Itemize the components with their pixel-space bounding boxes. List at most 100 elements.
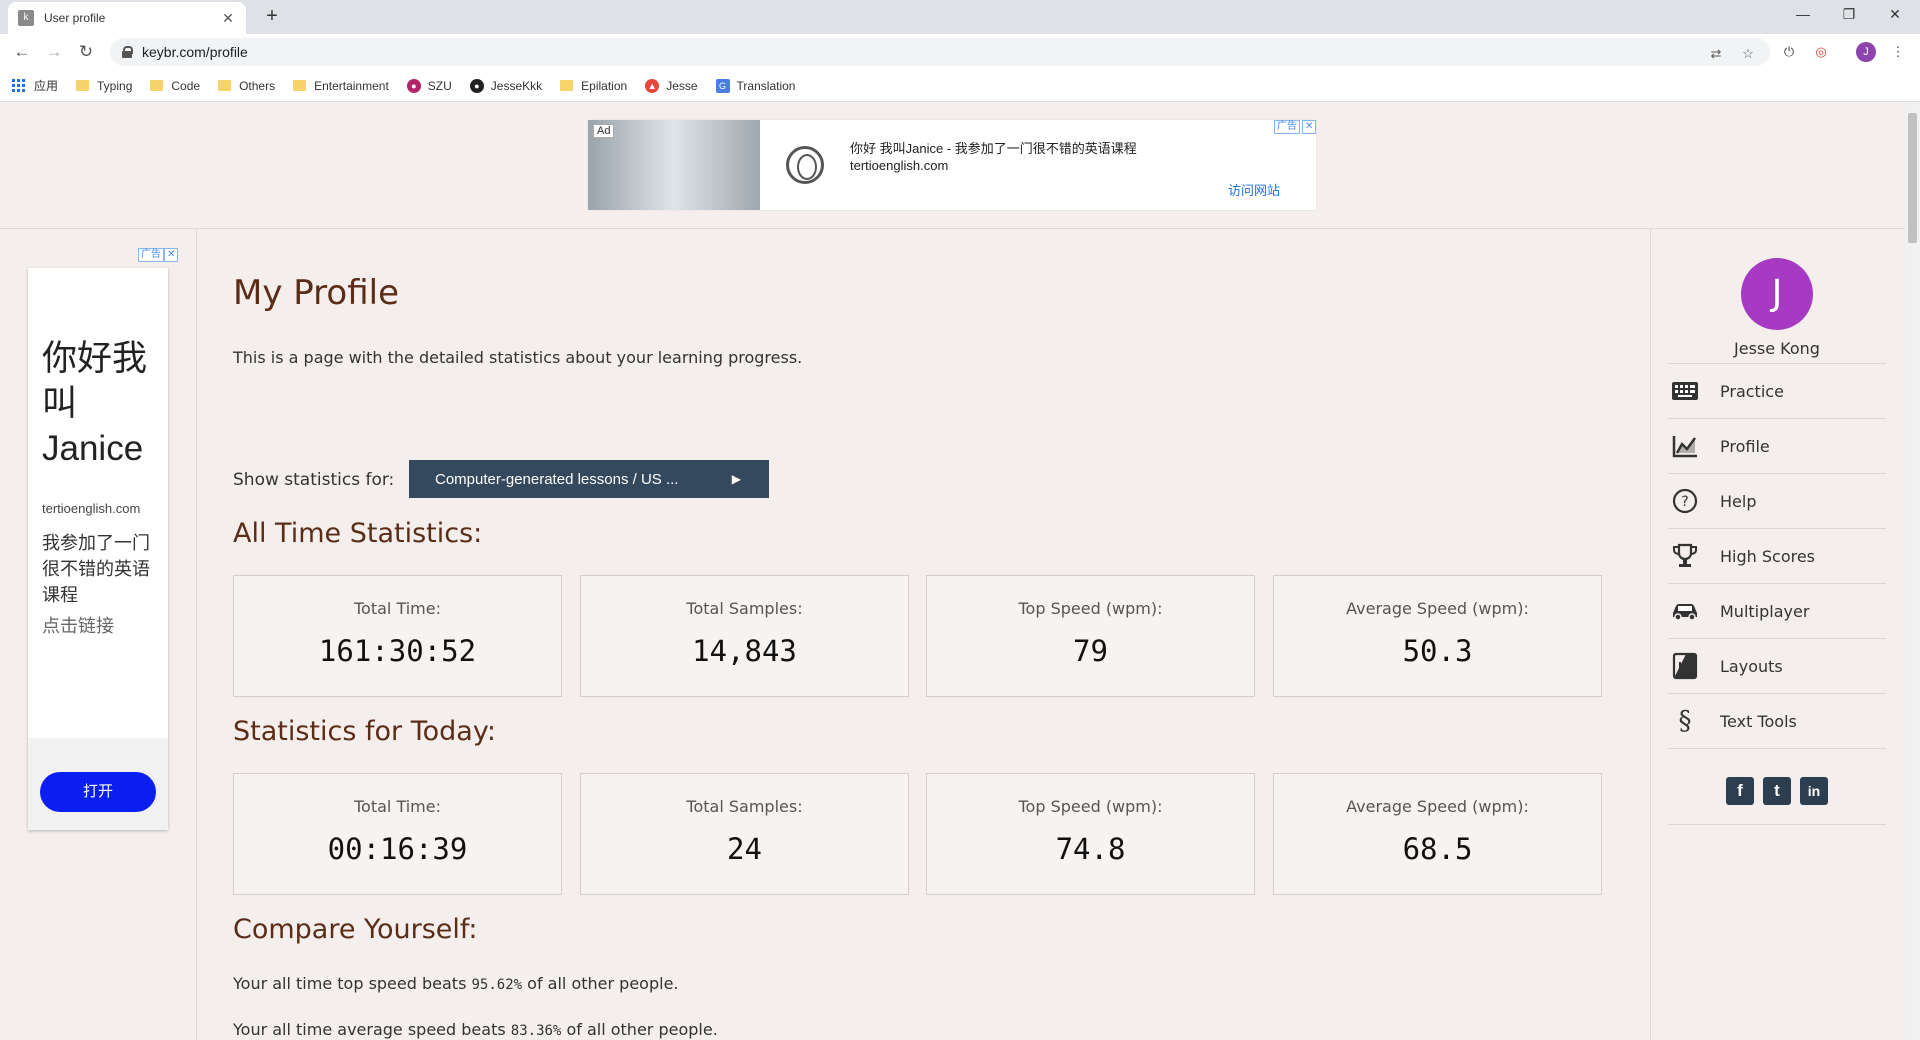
ad-visit-link[interactable]: 访问网站 <box>1228 180 1280 199</box>
show-statistics-label: Show statistics for: <box>233 470 395 490</box>
reload-button[interactable]: ↻ <box>74 40 98 64</box>
ad-headline[interactable]: 你好我叫Janice <box>42 336 162 471</box>
bookmark-epilation[interactable]: Epilation <box>560 79 627 93</box>
user-name[interactable]: Jesse Kong <box>1668 339 1886 358</box>
ad-close-icon[interactable]: ✕ <box>164 248 179 262</box>
ad-click-link[interactable]: 点击链接 <box>42 612 114 638</box>
menu-dots-icon[interactable]: ⋮ <box>1888 42 1908 62</box>
ad-choices-badge[interactable]: 广告 <box>138 248 164 262</box>
compare-text: of all other people. <box>527 974 679 993</box>
sidebar-item-multiplayer[interactable]: Multiplayer <box>1668 583 1886 638</box>
bookmark-label: Entertainment <box>314 78 389 93</box>
globe-icon <box>786 146 824 184</box>
stat-value: 00:16:39 <box>327 832 468 866</box>
sidebar-item-text-tools[interactable]: § Text Tools <box>1668 693 1886 748</box>
power-icon[interactable]: ⏻ <box>1779 42 1799 62</box>
ad-domain[interactable]: tertioenglish.com <box>42 501 140 516</box>
forward-button[interactable]: → <box>42 40 66 64</box>
ad-headline[interactable]: 你好 我叫Janice - 我参加了一门很不错的英语课程 <box>850 138 1137 157</box>
chrome-extension-icon[interactable]: ◎ <box>1811 42 1831 62</box>
right-column-divider <box>1650 228 1651 1040</box>
bookmark-code[interactable]: Code <box>150 79 200 93</box>
sidebar-item-label: Text Tools <box>1720 711 1797 731</box>
compare-average-speed: Your all time average speed beats 83.36%… <box>233 1020 718 1039</box>
user-avatar[interactable]: J <box>1741 258 1813 330</box>
tab-close-icon[interactable]: ✕ <box>220 10 236 27</box>
bookmark-label: Translation <box>736 78 796 93</box>
bookmark-jesse[interactable]: ▲ Jesse <box>645 78 698 93</box>
stat-label: Top Speed (wpm): <box>1018 599 1163 618</box>
ad-description[interactable]: 我参加了一门很不错的英语课程 <box>42 530 158 608</box>
bookmark-others[interactable]: Others <box>218 79 275 93</box>
keyboard-icon <box>1670 376 1700 406</box>
compare-top-speed: Your all time top speed beats 95.62% of … <box>233 974 679 993</box>
sidebar-item-label: Layouts <box>1720 656 1783 676</box>
address-bar[interactable]: keybr.com/profile ⇄ ☆ <box>110 38 1770 66</box>
left-column-divider <box>196 228 197 1040</box>
page-content: Ad 你好 我叫Janice - 我参加了一门很不错的英语课程 tertioen… <box>0 103 1905 1040</box>
ad-domain[interactable]: tertioenglish.com <box>850 158 948 173</box>
restore-button[interactable]: ❐ <box>1826 0 1872 30</box>
folder-icon <box>150 80 164 91</box>
linkedin-icon[interactable]: in <box>1800 777 1828 805</box>
sidebar-item-practice[interactable]: Practice <box>1668 363 1886 418</box>
ad-open-button[interactable]: 打开 <box>40 772 156 812</box>
facebook-icon[interactable]: f <box>1726 777 1754 805</box>
ad-close-icon[interactable]: ✕ <box>1302 120 1317 134</box>
sidebar-item-help[interactable]: ? Help <box>1668 473 1886 528</box>
left-ad-banner[interactable]: 你好我叫Janice tertioenglish.com 我参加了一门很不错的英… <box>28 268 168 830</box>
bookmark-typing[interactable]: Typing <box>76 79 132 93</box>
url-text: keybr.com/profile <box>142 44 248 60</box>
twitter-icon[interactable]: t <box>1763 777 1791 805</box>
translate-icon: G <box>715 78 730 93</box>
layouts-icon <box>1670 651 1700 681</box>
sidebar-item-label: Help <box>1720 491 1757 511</box>
chart-icon <box>1670 431 1700 461</box>
bookmark-translation[interactable]: G Translation <box>715 78 796 93</box>
minimize-button[interactable]: — <box>1780 0 1826 30</box>
new-tab-button[interactable]: + <box>260 4 284 28</box>
lock-icon <box>122 46 133 58</box>
today-title: Statistics for Today: <box>233 716 496 747</box>
bookmark-szu[interactable]: ● SZU <box>406 78 452 93</box>
compare-title: Compare Yourself: <box>233 914 478 945</box>
close-window-button[interactable]: ✕ <box>1872 0 1918 30</box>
top-ad-banner[interactable]: Ad 你好 我叫Janice - 我参加了一门很不错的英语课程 tertioen… <box>588 120 1317 210</box>
statistics-source-select[interactable]: Computer-generated lessons / US ... ▶ <box>409 460 769 498</box>
compare-text: Your all time top speed beats <box>233 974 467 993</box>
sidebar-item-high-scores[interactable]: High Scores <box>1668 528 1886 583</box>
compare-percent: 83.36% <box>510 1023 562 1039</box>
bookmark-label: Others <box>239 78 276 93</box>
stat-value: 161:30:52 <box>318 634 477 668</box>
ad-label: Ad <box>593 124 615 138</box>
stat-label: Top Speed (wpm): <box>1018 797 1163 816</box>
bookmark-star-icon[interactable]: ☆ <box>1738 46 1758 62</box>
bookmark-jessekkk[interactable]: ● JesseKkk <box>469 78 542 93</box>
all-time-total-time: Total Time: 161:30:52 <box>233 575 562 697</box>
ad-choices-badge[interactable]: 广告 <box>1274 120 1300 134</box>
stat-label: Total Samples: <box>686 797 803 816</box>
bookmark-label: 应用 <box>34 79 59 93</box>
compare-percent: 95.62% <box>471 977 523 993</box>
sidebar-item-profile[interactable]: Profile <box>1668 418 1886 473</box>
today-top-speed: Top Speed (wpm): 74.8 <box>926 773 1255 895</box>
stat-value: 14,843 <box>692 634 797 668</box>
browser-tab[interactable]: k User profile ✕ <box>8 2 246 34</box>
bookmark-label: Jesse <box>666 78 698 93</box>
folder-icon <box>293 80 307 91</box>
browser-profile-avatar[interactable]: J <box>1856 42 1876 62</box>
translate-icon[interactable]: ⇄ <box>1706 46 1726 62</box>
today-total-time: Total Time: 00:16:39 <box>233 773 562 895</box>
bookmark-apps[interactable]: 应用 <box>12 77 58 94</box>
back-button[interactable]: ← <box>10 40 34 64</box>
stat-label: Total Time: <box>354 797 441 816</box>
page-title: My Profile <box>233 273 399 313</box>
stat-label: Total Time: <box>354 599 441 618</box>
all-time-average-speed: Average Speed (wpm): 50.3 <box>1273 575 1602 697</box>
page-scrollbar[interactable] <box>1905 103 1920 1040</box>
scrollbar-thumb[interactable] <box>1908 113 1917 243</box>
sidebar-item-layouts[interactable]: Layouts <box>1668 638 1886 693</box>
keybr-favicon-icon: k <box>18 10 34 26</box>
bookmark-label: SZU <box>427 78 452 93</box>
bookmark-entertainment[interactable]: Entertainment <box>293 79 389 93</box>
